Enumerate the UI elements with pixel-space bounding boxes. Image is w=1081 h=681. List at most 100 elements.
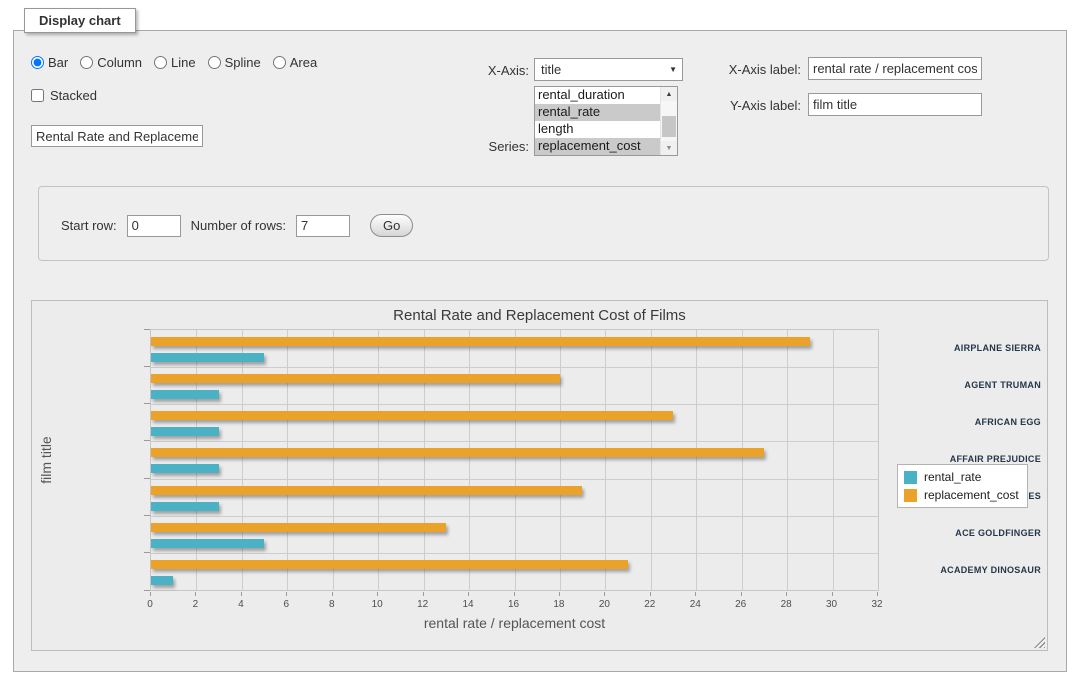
radio-label-area: Area	[290, 55, 317, 70]
y-axis-title: film title	[38, 436, 54, 483]
x-tick-label: 26	[735, 599, 746, 610]
x-tick-label: 10	[372, 599, 383, 610]
x-axis-title: rental rate / replacement cost	[150, 615, 879, 631]
legend-swatch-rental_rate	[904, 471, 917, 484]
row-range-controls: Start row: Number of rows: Go	[61, 214, 413, 237]
category-label: AFFAIR PREJUDICE	[950, 454, 1041, 464]
x-tick-mark	[559, 592, 560, 596]
bar-rental_rate	[151, 427, 219, 436]
gridline-vertical	[242, 330, 243, 590]
x-tick-mark	[741, 592, 742, 596]
bar-rental_rate	[151, 464, 219, 473]
x-tick-label: 4	[238, 599, 244, 610]
row-range-box: Start row: Number of rows: Go	[38, 186, 1049, 261]
radio-line[interactable]	[154, 56, 167, 69]
radio-label-line: Line	[171, 55, 196, 70]
radio-label-bar: Bar	[48, 55, 68, 70]
start-row-label: Start row:	[61, 218, 117, 233]
category-label: ACE GOLDFINGER	[955, 528, 1041, 538]
x-tick-mark	[877, 592, 878, 596]
series-option-rental_rate[interactable]: rental_rate	[535, 104, 660, 121]
x-axis-label-input[interactable]	[808, 57, 982, 80]
scrollbar-thumb[interactable]	[662, 116, 676, 137]
panel-title: Display chart	[24, 8, 136, 33]
x-tick-label: 18	[553, 599, 564, 610]
x-tick-mark	[332, 592, 333, 596]
go-button[interactable]: Go	[370, 214, 413, 237]
series-option-length[interactable]: length	[535, 121, 660, 138]
scroll-up-icon[interactable]: ▲	[661, 87, 677, 101]
radio-column[interactable]	[80, 56, 93, 69]
radio-bar[interactable]	[31, 56, 44, 69]
x-tick-mark	[786, 592, 787, 596]
x-tick-label: 0	[147, 599, 153, 610]
resize-handle-icon[interactable]	[1034, 637, 1045, 648]
x-tick-mark	[832, 592, 833, 596]
stacked-option[interactable]: Stacked	[31, 88, 97, 103]
scroll-down-icon[interactable]: ▼	[661, 141, 677, 155]
radio-label-spline: Spline	[225, 55, 261, 70]
x-tick-label: 14	[463, 599, 474, 610]
series-scrollbar[interactable]: ▲ ▼	[660, 87, 677, 155]
chart-container: Rental Rate and Replacement Cost of Film…	[31, 300, 1048, 651]
y-tick-mark	[144, 478, 150, 479]
series-option-replacement_cost[interactable]: replacement_cost	[535, 138, 660, 155]
gridline-horizontal	[151, 367, 878, 368]
x-tick-mark	[650, 592, 651, 596]
stacked-checkbox[interactable]	[31, 89, 44, 102]
legend-item-replacement_cost: replacement_cost	[904, 488, 1019, 502]
chart-type-option-column[interactable]: Column	[80, 55, 142, 70]
start-row-input[interactable]	[127, 215, 181, 237]
page: Display chart Bar Column Line Spline Area St…	[0, 0, 1081, 681]
gridline-vertical	[424, 330, 425, 590]
y-tick-mark	[144, 515, 150, 516]
y-tick-mark	[144, 366, 150, 367]
x-tick-mark	[514, 592, 515, 596]
legend-label-rental_rate: rental_rate	[924, 470, 981, 484]
bar-rental_rate	[151, 576, 173, 585]
gridline-vertical	[515, 330, 516, 590]
y-axis-label-input[interactable]	[808, 93, 982, 116]
x-tick-label: 24	[690, 599, 701, 610]
gridline-horizontal	[151, 479, 878, 480]
chart-title-input[interactable]	[31, 125, 203, 147]
x-tick-label: 16	[508, 599, 519, 610]
gridline-vertical	[787, 330, 788, 590]
x-tick-mark	[423, 592, 424, 596]
bar-rental_rate	[151, 353, 264, 362]
series-multiselect[interactable]: rental_durationrental_ratelengthreplacem…	[534, 86, 678, 156]
chart-type-option-area[interactable]: Area	[273, 55, 317, 70]
x-tick-label: 2	[193, 599, 199, 610]
number-of-rows-input[interactable]	[296, 215, 350, 237]
legend-item-rental_rate: rental_rate	[904, 470, 1019, 484]
chart-type-option-line[interactable]: Line	[154, 55, 196, 70]
gridline-vertical	[469, 330, 470, 590]
series-option-rental_duration[interactable]: rental_duration	[535, 87, 660, 104]
x-tick-mark	[286, 592, 287, 596]
y-tick-mark	[144, 440, 150, 441]
bar-rental_rate	[151, 539, 264, 548]
chart-type-option-bar[interactable]: Bar	[31, 55, 68, 70]
y-tick-mark	[144, 590, 150, 591]
x-axis-select[interactable]: title ▼	[534, 58, 683, 81]
legend-label-replacement_cost: replacement_cost	[924, 488, 1019, 502]
series-list-label: Series:	[439, 139, 529, 154]
chart-type-option-spline[interactable]: Spline	[208, 55, 261, 70]
x-tick-mark	[377, 592, 378, 596]
chart-legend: rental_rate replacement_cost	[897, 464, 1028, 508]
x-tick-mark	[150, 592, 151, 596]
x-axis-select-label: X-Axis:	[439, 63, 529, 78]
gridline-vertical	[742, 330, 743, 590]
category-label: AFRICAN EGG	[975, 417, 1041, 427]
radio-area[interactable]	[273, 56, 286, 69]
gridline-vertical	[196, 330, 197, 590]
radio-label-column: Column	[97, 55, 142, 70]
chart-type-radio-group: Bar Column Line Spline Area	[31, 55, 317, 70]
x-axis-label-label: X-Axis label:	[711, 62, 801, 77]
category-label: ACADEMY DINOSAUR	[940, 565, 1041, 575]
gridline-vertical	[696, 330, 697, 590]
gridline-horizontal	[151, 553, 878, 554]
radio-spline[interactable]	[208, 56, 221, 69]
x-tick-label: 6	[284, 599, 290, 610]
chevron-down-icon: ▼	[669, 65, 677, 74]
